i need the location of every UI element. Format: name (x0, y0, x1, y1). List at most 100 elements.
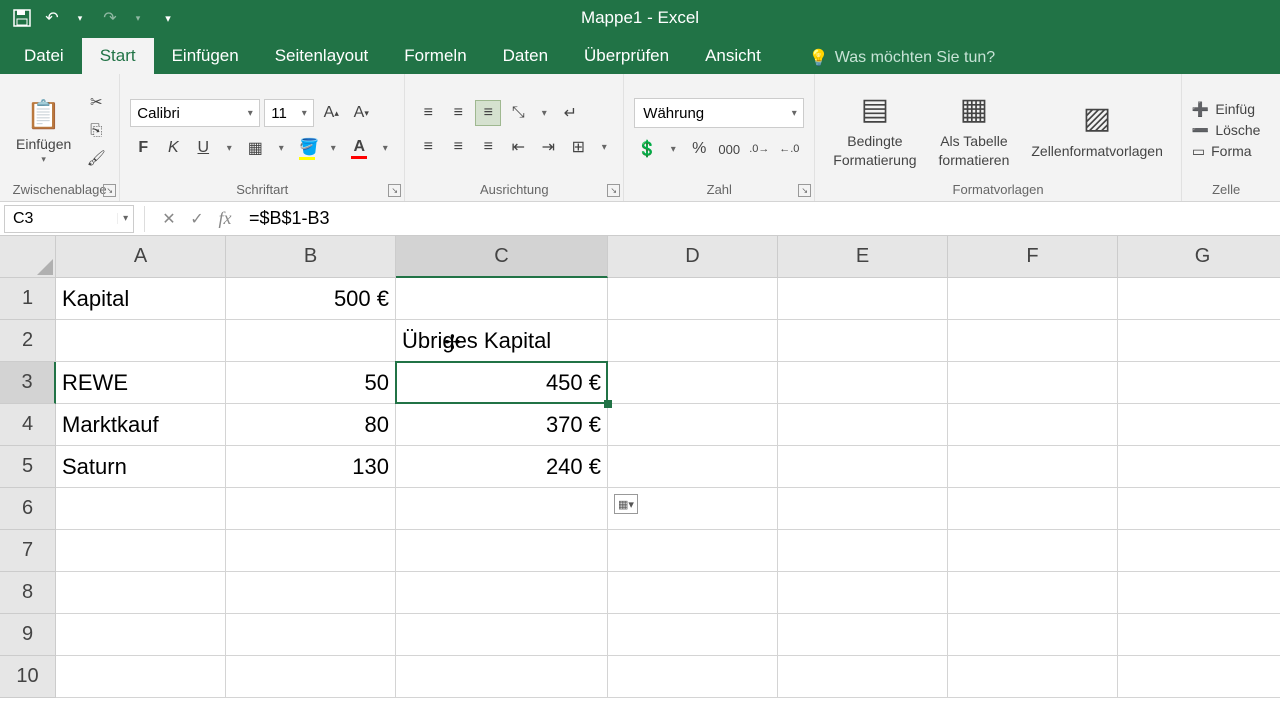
cell-G3[interactable] (1118, 362, 1280, 404)
orientation-dd[interactable]: ▾ (535, 108, 553, 119)
cancel-formula-button[interactable]: ✕ (155, 205, 183, 233)
cell-area[interactable]: Kapital500 €Übriges KapitalREWE50450 €Ma… (56, 278, 1280, 698)
cell-E6[interactable] (778, 488, 948, 530)
formula-input[interactable] (239, 208, 1280, 229)
row-header-9[interactable]: 9 (0, 614, 56, 656)
tab-review[interactable]: Überprüfen (566, 38, 687, 74)
row-header-10[interactable]: 10 (0, 656, 56, 698)
cell-D7[interactable] (608, 530, 778, 572)
cell-G7[interactable] (1118, 530, 1280, 572)
tab-page-layout[interactable]: Seitenlayout (257, 38, 387, 74)
save-button[interactable] (8, 4, 36, 32)
border-dd[interactable]: ▾ (272, 143, 290, 154)
name-box-input[interactable] (5, 210, 117, 228)
comma-style-button[interactable]: 000 (716, 136, 742, 162)
increase-decimal-button[interactable]: .0→ (746, 136, 772, 162)
font-name-input[interactable] (131, 105, 241, 122)
tab-home[interactable]: Start (82, 38, 154, 74)
tab-data[interactable]: Daten (485, 38, 566, 74)
merge-dd[interactable]: ▾ (595, 142, 613, 153)
cell-styles-button[interactable]: ▨ Zellenformatvorlagen (1023, 98, 1171, 163)
orientation-button[interactable]: ⤡ (505, 100, 531, 126)
decrease-decimal-button[interactable]: ←.0 (776, 136, 802, 162)
cell-E3[interactable] (778, 362, 948, 404)
cell-B4[interactable]: 80 (226, 404, 396, 446)
column-header-F[interactable]: F (948, 236, 1118, 278)
font-color-dd[interactable]: ▾ (376, 143, 394, 154)
cell-E4[interactable] (778, 404, 948, 446)
paste-button[interactable]: 📋 Einfügen ▾ (10, 85, 77, 175)
cell-C8[interactable] (396, 572, 608, 614)
tab-formulas[interactable]: Formeln (386, 38, 484, 74)
align-left-button[interactable]: ≡ (415, 134, 441, 160)
cell-G2[interactable] (1118, 320, 1280, 362)
tab-insert[interactable]: Einfügen (154, 38, 257, 74)
cell-F2[interactable] (948, 320, 1118, 362)
cell-F6[interactable] (948, 488, 1118, 530)
insert-function-button[interactable]: fx (211, 205, 239, 233)
cell-G4[interactable] (1118, 404, 1280, 446)
cell-A9[interactable] (56, 614, 226, 656)
row-header-2[interactable]: 2 (0, 320, 56, 362)
align-center-button[interactable]: ≡ (445, 134, 471, 160)
cell-F4[interactable] (948, 404, 1118, 446)
row-header-1[interactable]: 1 (0, 278, 56, 320)
cell-F9[interactable] (948, 614, 1118, 656)
cell-G9[interactable] (1118, 614, 1280, 656)
border-button[interactable]: ▦ (242, 135, 268, 161)
cell-B7[interactable] (226, 530, 396, 572)
cell-B1[interactable]: 500 € (226, 278, 396, 320)
cell-C3[interactable]: 450 € (396, 362, 608, 404)
decrease-font-button[interactable]: A▾ (348, 100, 374, 126)
number-format-combo[interactable]: Währung ▾ (634, 98, 804, 128)
cell-E10[interactable] (778, 656, 948, 698)
cell-B3[interactable]: 50 (226, 362, 396, 404)
format-as-table-button[interactable]: ▦ Als Tabelle formatieren (931, 88, 1018, 172)
align-right-button[interactable]: ≡ (475, 134, 501, 160)
cell-F1[interactable] (948, 278, 1118, 320)
accounting-dd[interactable]: ▾ (664, 144, 682, 155)
cell-A10[interactable] (56, 656, 226, 698)
cell-F7[interactable] (948, 530, 1118, 572)
cell-A1[interactable]: Kapital (56, 278, 226, 320)
underline-dd[interactable]: ▾ (220, 143, 238, 154)
cell-C6[interactable] (396, 488, 608, 530)
cut-button[interactable]: ✂ (83, 89, 109, 115)
select-all-corner[interactable] (0, 236, 56, 278)
cell-D8[interactable] (608, 572, 778, 614)
format-painter-button[interactable]: 🖌 (83, 145, 109, 171)
increase-font-button[interactable]: A▴ (318, 100, 344, 126)
cell-F10[interactable] (948, 656, 1118, 698)
row-header-5[interactable]: 5 (0, 446, 56, 488)
redo-button[interactable]: ↷ (96, 4, 124, 32)
delete-cells-button[interactable]: ➖Lösche (1192, 122, 1261, 139)
name-box[interactable]: ▾ (4, 205, 134, 233)
cell-E8[interactable] (778, 572, 948, 614)
font-color-button[interactable]: A (346, 135, 372, 161)
cell-E2[interactable] (778, 320, 948, 362)
align-middle-button[interactable]: ≡ (445, 100, 471, 126)
redo-dropdown[interactable]: ▾ (124, 4, 152, 32)
cell-B8[interactable] (226, 572, 396, 614)
fill-color-button[interactable]: 🪣 (294, 135, 320, 161)
column-header-E[interactable]: E (778, 236, 948, 278)
row-header-4[interactable]: 4 (0, 404, 56, 446)
row-header-7[interactable]: 7 (0, 530, 56, 572)
cell-B2[interactable] (226, 320, 396, 362)
font-size-input[interactable] (265, 105, 295, 122)
cell-C1[interactable] (396, 278, 608, 320)
row-header-3[interactable]: 3 (0, 362, 56, 404)
column-header-G[interactable]: G (1118, 236, 1280, 278)
clipboard-dialog-launcher[interactable]: ↘ (103, 184, 116, 197)
accept-formula-button[interactable]: ✓ (183, 205, 211, 233)
conditional-formatting-button[interactable]: ▤ Bedingte Formatierung (825, 88, 924, 172)
cell-A7[interactable] (56, 530, 226, 572)
cell-G5[interactable] (1118, 446, 1280, 488)
font-size-combo[interactable]: ▾ (264, 99, 314, 127)
tell-me-search[interactable]: 💡 Was möchten Sie tun? (799, 42, 1005, 74)
column-header-A[interactable]: A (56, 236, 226, 278)
cell-F3[interactable] (948, 362, 1118, 404)
cell-C2[interactable]: Übriges Kapital (396, 320, 608, 362)
bold-button[interactable]: F (130, 135, 156, 161)
format-cells-button[interactable]: ▭Forma (1192, 143, 1252, 160)
